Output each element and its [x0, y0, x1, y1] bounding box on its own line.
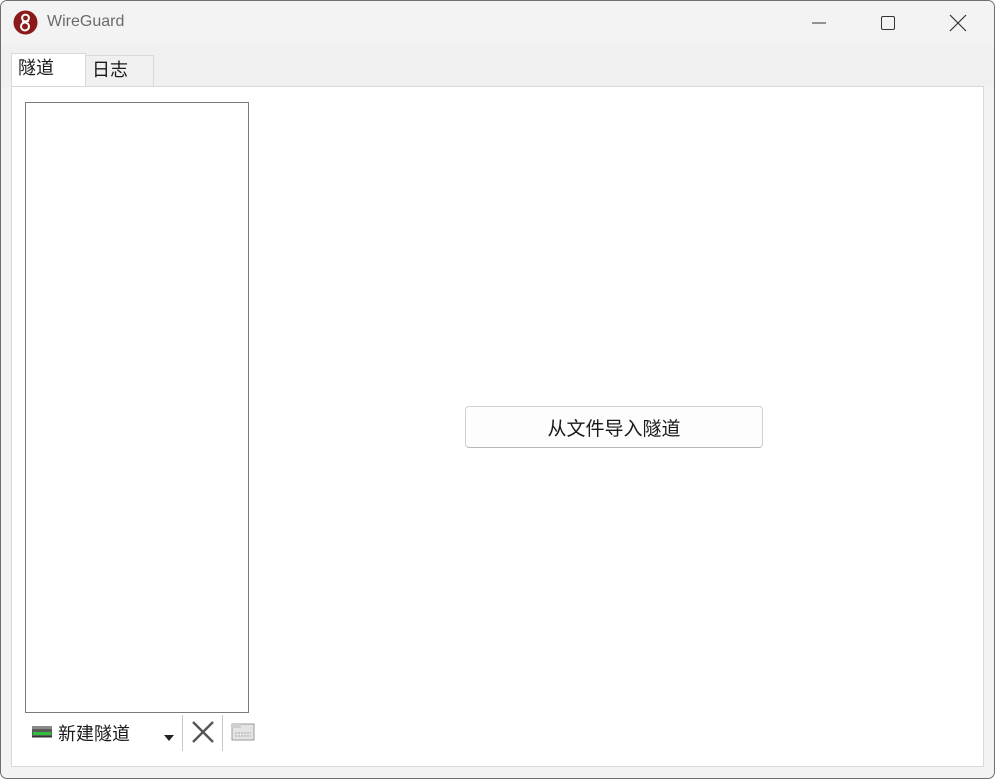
maximize-button[interactable]	[853, 1, 923, 45]
delete-x-icon[interactable]	[191, 720, 215, 748]
toolbar-separator	[182, 715, 183, 751]
close-icon	[949, 14, 967, 32]
close-button[interactable]	[923, 1, 993, 45]
tunnels-panel: 新建隧道 从文件导入隧道	[11, 86, 984, 767]
export-zip-icon[interactable]	[231, 723, 255, 745]
tab-log[interactable]: 日志	[86, 55, 154, 87]
network-adapter-icon	[31, 723, 53, 744]
tab-tunnels[interactable]: 隧道	[11, 53, 86, 87]
title-bar[interactable]: WireGuard	[1, 1, 994, 45]
dropdown-arrow-icon[interactable]	[163, 727, 175, 746]
toolbar-separator	[222, 715, 223, 751]
app-window: WireGuard 隧道 日志 新建隧道 从文件导入隧道	[0, 0, 995, 779]
tunnel-list[interactable]	[25, 102, 249, 713]
tab-strip: 隧道 日志	[1, 45, 994, 87]
minimize-icon	[812, 22, 826, 24]
window-title: WireGuard	[47, 13, 125, 30]
wireguard-logo-icon	[13, 10, 38, 35]
tunnel-toolbar: 新建隧道	[25, 715, 255, 751]
import-tunnel-from-file-button[interactable]: 从文件导入隧道	[465, 406, 763, 448]
add-tunnel-button[interactable]: 新建隧道	[31, 717, 130, 749]
maximize-icon	[881, 16, 895, 30]
add-tunnel-label: 新建隧道	[58, 724, 130, 745]
minimize-button[interactable]	[784, 1, 854, 45]
